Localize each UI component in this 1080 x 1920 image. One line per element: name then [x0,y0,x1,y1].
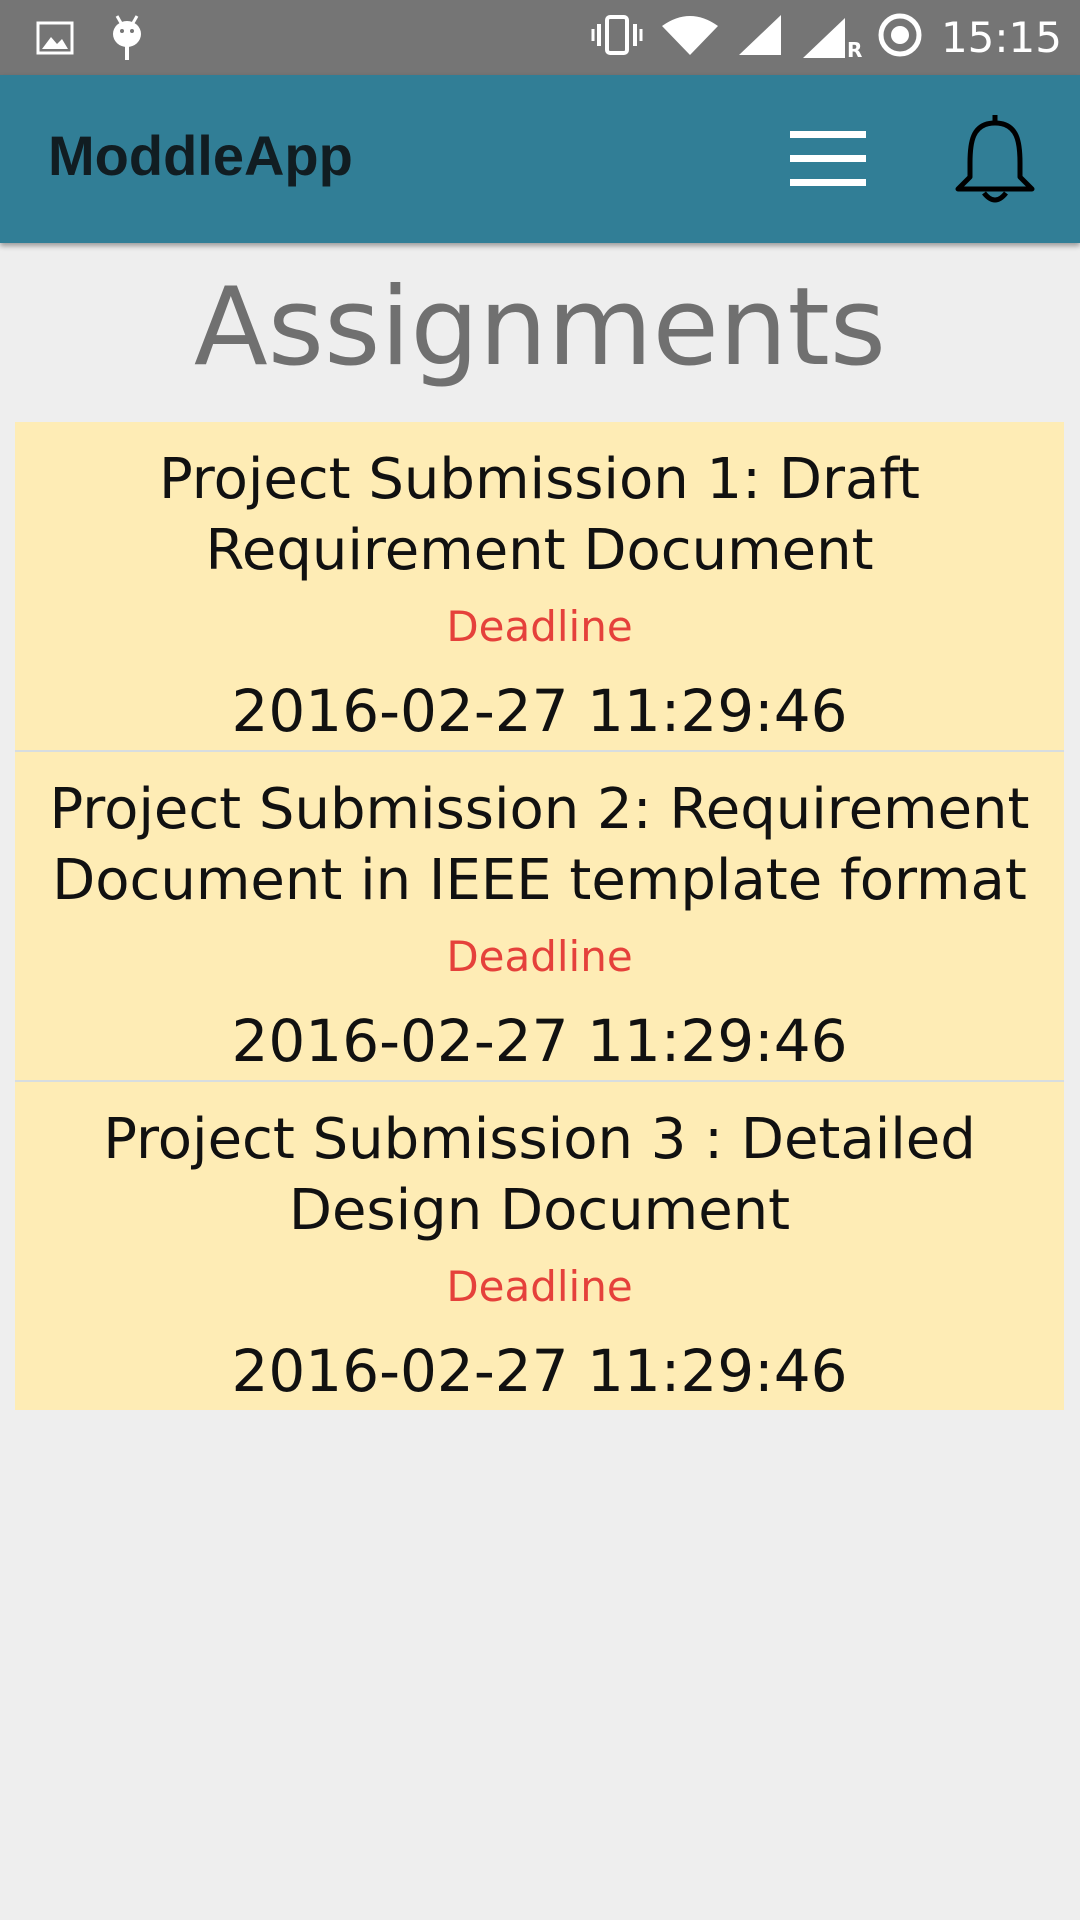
menu-button[interactable] [784,127,872,191]
vibrate-icon [591,14,643,61]
deadline-label: Deadline [446,932,633,981]
sync-icon [877,12,923,63]
assignment-card[interactable]: Project Submission 3 : Detailed Design D… [15,1082,1064,1410]
signal-icon [737,13,783,62]
deadline-date: 2016-02-27 11:29:46 [231,1337,848,1405]
deadline-label: Deadline [446,602,633,651]
hamburger-menu-icon [784,131,872,195]
roaming-signal-icon: R [801,16,863,62]
assignment-list: Project Submission 1: Draft Requirement … [15,422,1064,1410]
deadline-label: Deadline [446,1262,633,1311]
assignment-card[interactable]: Project Submission 2: Requirement Docume… [15,752,1064,1082]
bell-icon [950,115,1040,209]
assignment-title: Project Submission 1: Draft Requirement … [158,447,920,583]
assignment-card[interactable]: Project Submission 1: Draft Requirement … [15,422,1064,752]
notifications-button[interactable] [950,113,1040,205]
image-icon [36,21,74,60]
assignment-title: Project Submission 3 : Detailed Design D… [103,1107,976,1243]
wifi-icon [661,14,719,61]
app-title: ModdleApp [48,124,353,187]
roaming-label: R [846,37,863,62]
status-bar: R 15:15 [0,0,1080,75]
page-title: Assignments [193,265,887,390]
deadline-date: 2016-02-27 11:29:46 [231,1007,848,1075]
deadline-date: 2016-02-27 11:29:46 [231,677,848,745]
status-time: 15:15 [940,13,1062,62]
app-bar: ModdleApp [0,75,1080,243]
assignment-title: Project Submission 2: Requirement Docume… [49,777,1030,913]
android-debug-icon [110,14,144,67]
